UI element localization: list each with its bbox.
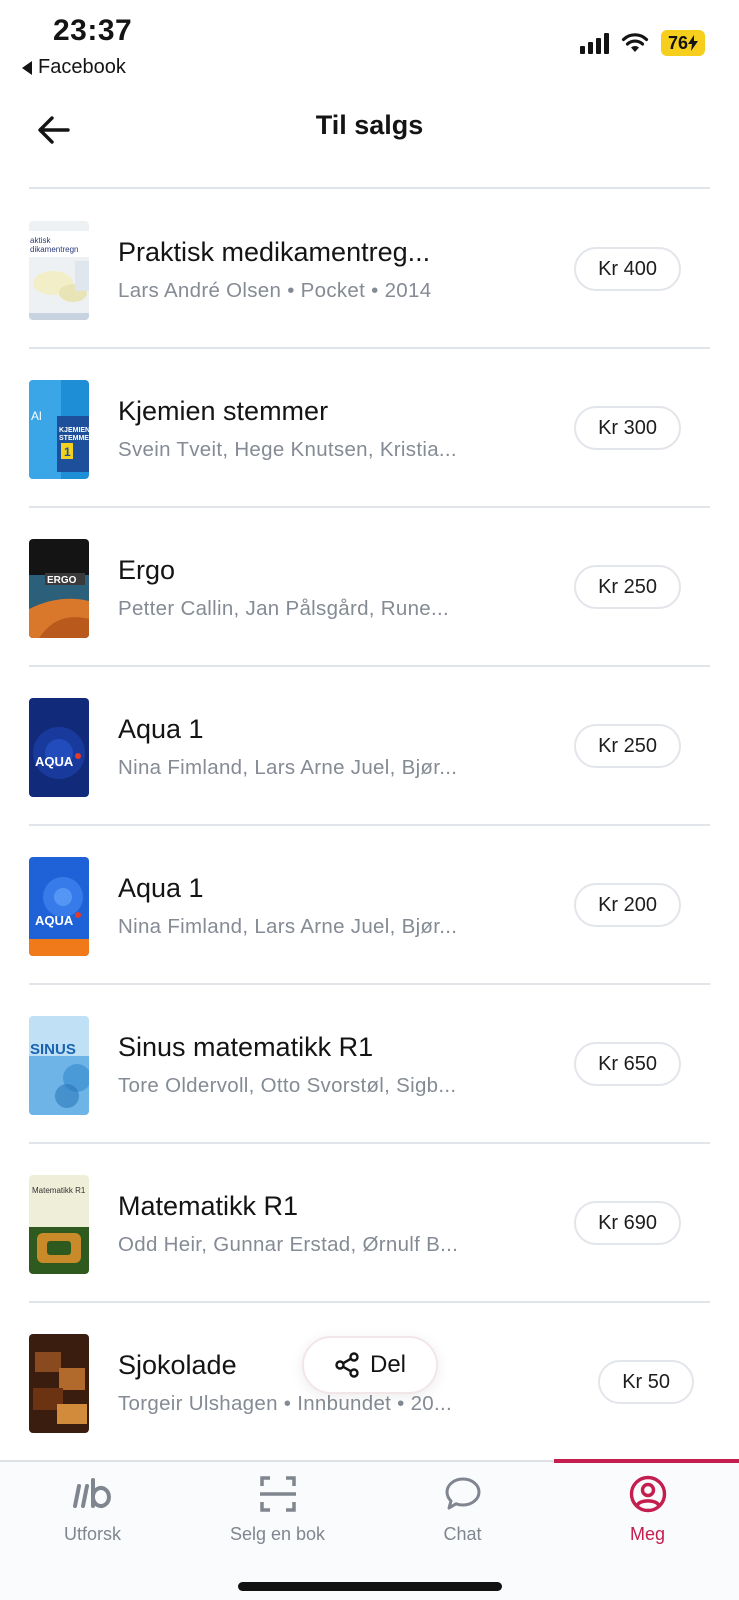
listing-subtitle: Nina Fimland, Lars Arne Juel, Bjør... xyxy=(118,915,458,938)
svg-text:ERGO: ERGO xyxy=(47,575,77,586)
profile-icon xyxy=(629,1475,666,1513)
tab-label: Selg en bok xyxy=(229,1524,326,1544)
tab-label: Utforsk xyxy=(63,1524,121,1544)
book-cover-image: AQUA xyxy=(29,698,89,797)
listing-title: Aqua 1 xyxy=(118,873,204,903)
status-time: 23:37 xyxy=(53,14,133,47)
price-tag: Kr 250 xyxy=(574,565,681,609)
book-cover-image: Matematikk R1 xyxy=(29,1175,89,1274)
share-icon xyxy=(335,1352,359,1378)
listing-title: Ergo xyxy=(118,555,176,585)
svg-text:AQUA: AQUA xyxy=(35,754,74,769)
listing-subtitle: Nina Fimland, Lars Arne Juel, Bjør... xyxy=(118,756,458,779)
tab-selg-en-bok[interactable]: Selg en bok xyxy=(185,1462,370,1562)
tab-label: Meg xyxy=(629,1524,665,1544)
svg-text:Al: Al xyxy=(31,409,42,423)
listing-subtitle: Lars André Olsen • Pocket • 2014 xyxy=(118,279,432,302)
cellular-signal-icon xyxy=(579,32,609,54)
book-cover-image xyxy=(29,1334,89,1433)
tab-label: Chat xyxy=(443,1524,482,1544)
header-divider xyxy=(29,187,710,189)
price-tag: Kr 250 xyxy=(574,724,681,768)
listing-title: Kjemien stemmer xyxy=(118,396,329,426)
back-triangle-icon xyxy=(22,60,32,75)
price-tag: Kr 400 xyxy=(574,247,681,291)
svg-text:dikamentregn: dikamentregn xyxy=(30,245,78,254)
listing-title: Aqua 1 xyxy=(118,714,204,744)
svg-text:AQUA: AQUA xyxy=(35,913,74,928)
price-tag: Kr 300 xyxy=(574,406,681,450)
book-cover-image: KJEMIENSTEMMER 1 Al xyxy=(29,380,89,479)
listing-subtitle: Odd Heir, Gunnar Erstad, Ørnulf B... xyxy=(118,1233,459,1256)
listing-subtitle: Tore Oldervoll, Otto Svorstøl, Sigb... xyxy=(118,1074,457,1097)
price-tag: Kr 50 xyxy=(598,1360,694,1404)
charging-bolt-icon xyxy=(688,35,698,51)
svg-text:KJEMIEN: KJEMIEN xyxy=(59,427,89,434)
listing-row[interactable]: Matematikk R1 Matematikk R1 Odd Heir, Gu… xyxy=(29,1144,710,1303)
svg-text:Matematikk R1: Matematikk R1 xyxy=(32,1186,86,1195)
price-tag: Kr 690 xyxy=(574,1201,681,1245)
listing-title: Sinus matematikk R1 xyxy=(118,1032,374,1062)
listing-row[interactable]: ERGO Ergo Petter Callin, Jan Pålsgård, R… xyxy=(29,508,710,667)
back-to-app-link[interactable]: Facebook xyxy=(22,56,126,79)
listing-list: aktisk dikamentregn Praktisk medikamentre… xyxy=(29,190,710,1462)
book-cover-image: aktisk dikamentregn xyxy=(29,221,89,320)
book-cover-image: SINUS xyxy=(29,1016,89,1115)
listing-row[interactable]: aktisk dikamentregn Praktisk medikamentre… xyxy=(29,190,710,349)
page-title: Til salgs xyxy=(315,110,424,140)
svg-text:SINUS: SINUS xyxy=(30,1041,76,1058)
bottom-tab-bar: Utforsk Selg en bok Chat Meg xyxy=(0,1459,739,1600)
scan-icon xyxy=(259,1476,296,1512)
book-cover-image: ERGO xyxy=(29,539,89,638)
status-bar: 23:37 Facebook 76 xyxy=(0,0,739,88)
share-button-label: Del xyxy=(369,1351,406,1378)
back-app-label: Facebook xyxy=(38,56,126,78)
tab-meg[interactable]: Meg xyxy=(555,1462,739,1562)
book-cover-image: AQUA xyxy=(29,857,89,956)
share-button[interactable]: Del xyxy=(302,1336,438,1394)
listing-subtitle: Torgeir Ulshagen • Innbundet • 20... xyxy=(118,1392,452,1415)
listing-title: Sjokolade xyxy=(118,1350,237,1380)
battery-level: 76 xyxy=(667,33,688,53)
home-indicator xyxy=(238,1582,502,1591)
status-indicators: 76 xyxy=(579,30,705,56)
price-tag: Kr 650 xyxy=(574,1042,681,1086)
listing-subtitle: Svein Tveit, Hege Knutsen, Kristia... xyxy=(118,438,457,461)
svg-text:1: 1 xyxy=(64,445,71,459)
tab-utforsk[interactable]: Utforsk xyxy=(0,1462,185,1562)
listing-row[interactable]: KJEMIENSTEMMER 1 Al Kjemien stemmer Svein … xyxy=(29,349,710,508)
wifi-icon xyxy=(621,33,649,52)
top-app-bar: Til salgs xyxy=(0,88,739,189)
listing-row[interactable]: AQUA Aqua 1 Nina Fimland, Lars Arne Juel… xyxy=(29,667,710,826)
price-tag: Kr 200 xyxy=(574,883,681,927)
explore-icon xyxy=(72,1478,111,1508)
tab-chat[interactable]: Chat xyxy=(370,1462,555,1562)
listing-subtitle: Petter Callin, Jan Pålsgård, Rune... xyxy=(118,597,449,620)
listing-row[interactable]: AQUA Aqua 1 Nina Fimland, Lars Arne Juel… xyxy=(29,826,710,985)
svg-text:aktisk: aktisk xyxy=(30,236,51,245)
battery-indicator: 76 xyxy=(660,30,705,56)
listing-title: Praktisk medikamentreg... xyxy=(118,237,431,267)
listing-row[interactable]: SINUS Sinus matematikk R1 Tore Oldervoll… xyxy=(29,985,710,1144)
chat-icon xyxy=(445,1477,480,1510)
svg-text:STEMMER: STEMMER xyxy=(59,435,89,442)
listing-title: Matematikk R1 xyxy=(118,1191,299,1221)
